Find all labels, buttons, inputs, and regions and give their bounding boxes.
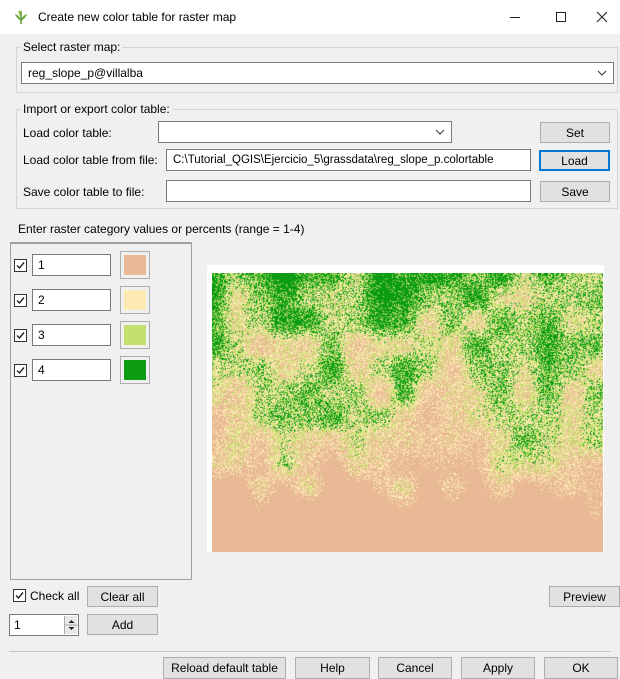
rule-color-button[interactable] [120,356,150,384]
preview-frame [207,265,604,552]
raster-map-select[interactable]: reg_slope_p@villalba [21,62,614,84]
checkmark-icon [16,262,25,270]
rule-row: 1 [11,250,191,280]
rule-enabled-checkbox[interactable] [14,259,27,272]
load-color-table-label: Load color table: [23,126,112,140]
spin-value-input[interactable]: 1 [9,614,79,636]
rule-color-swatch [124,360,146,380]
rule-value: 4 [38,363,45,377]
save-to-file-input[interactable] [166,180,531,202]
checkmark-icon [16,367,25,375]
import-export-group-label: Import or export color table: [21,102,172,116]
raster-map-value: reg_slope_p@villalba [28,66,143,80]
clear-all-button[interactable]: Clear all [87,586,158,607]
rule-value-input[interactable]: 4 [32,359,111,381]
rule-color-button[interactable] [120,251,150,279]
close-button[interactable] [584,0,620,34]
raster-preview-image [212,273,603,552]
rule-color-swatch [124,255,146,275]
save-to-file-label: Save color table to file: [23,185,145,199]
load-from-file-label: Load color table from file: [23,153,158,167]
spin-buttons[interactable] [64,616,78,634]
rule-enabled-checkbox[interactable] [14,364,27,377]
rule-row: 3 [11,320,191,350]
load-color-table-select[interactable] [158,121,452,143]
title-bar: Create new color table for raster map [0,0,620,34]
check-all-label[interactable]: Check all [30,589,79,603]
rule-value: 2 [38,293,45,307]
rules-list: 1 2 3 4 [11,244,191,579]
save-button[interactable]: Save [540,181,610,202]
rule-value-input[interactable]: 3 [32,324,111,346]
add-button[interactable]: Add [87,614,158,635]
check-all-checkbox[interactable] [13,589,26,602]
rule-value-input[interactable]: 1 [32,254,111,276]
checkmark-icon [16,297,25,305]
apply-button[interactable]: Apply [461,657,535,679]
reload-default-table-button[interactable]: Reload default table [163,657,286,679]
load-button[interactable]: Load [539,150,610,171]
rule-value: 3 [38,328,45,342]
checkmark-icon [16,332,25,340]
rule-row: 2 [11,285,191,315]
rule-color-swatch [124,325,146,345]
rule-color-swatch [124,290,146,310]
minimize-button[interactable] [492,0,538,34]
spin-arrows-icon [65,620,78,630]
help-button[interactable]: Help [295,657,370,679]
rule-enabled-checkbox[interactable] [14,329,27,342]
checkmark-icon [15,592,24,600]
cancel-button[interactable]: Cancel [378,657,452,679]
window-title: Create new color table for raster map [38,10,237,24]
rule-color-button[interactable] [120,286,150,314]
grass-app-icon [15,10,27,25]
close-icon [596,11,608,23]
rules-instruction: Enter raster category values or percents… [18,222,305,236]
chevron-down-icon [597,70,607,76]
rule-value-input[interactable]: 2 [32,289,111,311]
load-from-file-input[interactable]: C:\Tutorial_QGIS\Ejercicio_5\grassdata\r… [166,149,531,171]
ok-button[interactable]: OK [544,657,618,679]
maximize-button[interactable] [538,0,584,34]
chevron-down-icon [435,129,445,135]
raster-map-group-label: Select raster map: [21,40,123,54]
load-from-file-value: C:\Tutorial_QGIS\Ejercicio_5\grassdata\r… [173,154,494,166]
preview-button[interactable]: Preview [549,586,620,607]
rule-row: 4 [11,355,191,385]
rule-color-button[interactable] [120,321,150,349]
spin-value: 1 [14,618,21,632]
rule-enabled-checkbox[interactable] [14,294,27,307]
rule-value: 1 [38,258,45,272]
set-button[interactable]: Set [540,122,610,143]
maximize-icon [556,12,566,22]
minimize-icon [510,17,520,18]
footer-separator [9,651,611,652]
